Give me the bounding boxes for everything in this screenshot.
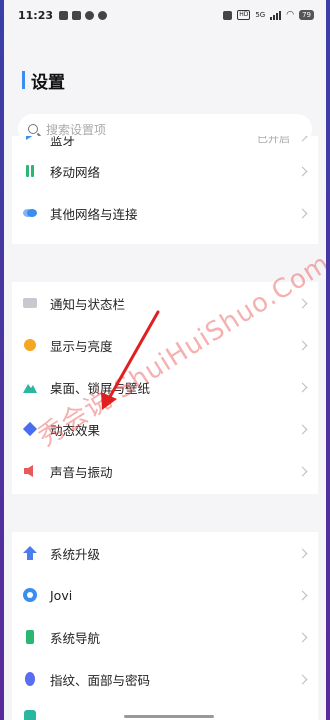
settings-item-navigation[interactable]: 系统导航 bbox=[12, 616, 318, 658]
connections-icon bbox=[23, 209, 37, 217]
settings-group-personalization: 通知与状态栏 显示与亮度 桌面、锁屏与壁纸 动态效果 声音与振动 bbox=[12, 282, 318, 494]
settings-item-system-update[interactable]: 系统升级 bbox=[12, 532, 318, 574]
chevron-right-icon bbox=[297, 674, 308, 684]
search-icon bbox=[28, 124, 38, 134]
chevron-right-icon bbox=[297, 632, 308, 642]
status-bar: 11:23 HD 5G ◠ 79 bbox=[4, 0, 326, 30]
settings-item-label: 系统导航 bbox=[50, 630, 101, 646]
settings-screen: 11:23 HD 5G ◠ 79 设置 搜索设置项 蓝牙 已开启 移动网络 其他… bbox=[4, 0, 326, 720]
settings-item-bluetooth[interactable]: 蓝牙 已开启 bbox=[12, 136, 318, 150]
settings-item-label: 指纹、面部与密码 bbox=[50, 672, 151, 688]
vibrate-icon bbox=[223, 10, 233, 20]
settings-item-value: 已开启 bbox=[257, 136, 290, 145]
settings-item-jovi[interactable]: Jovi bbox=[12, 574, 318, 616]
settings-item-fingerprint[interactable]: 指纹、面部与密码 bbox=[12, 658, 318, 700]
settings-group-system: 系统升级 Jovi 系统导航 指纹、面部与密码 bbox=[12, 532, 318, 720]
chat-icon bbox=[85, 10, 95, 20]
chevron-right-icon bbox=[297, 208, 308, 218]
hd-badge: HD bbox=[237, 10, 251, 20]
page-title: 设置 bbox=[31, 72, 65, 93]
wallpaper-icon bbox=[23, 384, 37, 393]
display-icon bbox=[24, 339, 36, 351]
settings-item-label: Jovi bbox=[50, 587, 73, 603]
mail-icon bbox=[72, 10, 82, 20]
settings-group-connectivity: 蓝牙 已开启 移动网络 其他网络与连接 bbox=[12, 136, 318, 244]
notification-app-icon bbox=[59, 10, 69, 20]
sound-icon bbox=[24, 465, 33, 477]
chevron-right-icon bbox=[297, 424, 308, 434]
settings-item-label: 显示与亮度 bbox=[50, 338, 113, 354]
chevron-right-icon bbox=[297, 590, 308, 600]
settings-item-wallpaper[interactable]: 桌面、锁屏与壁纸 bbox=[12, 366, 318, 408]
search-placeholder: 搜索设置项 bbox=[46, 122, 107, 137]
settings-item-label: 蓝牙 bbox=[50, 136, 76, 148]
screen-edge-right bbox=[326, 0, 330, 720]
chevron-right-icon bbox=[297, 340, 308, 350]
home-indicator[interactable] bbox=[124, 715, 214, 718]
chevron-right-icon bbox=[297, 166, 308, 176]
chevron-right-icon bbox=[297, 548, 308, 558]
security-icon bbox=[24, 710, 36, 720]
settings-item-label: 动态效果 bbox=[50, 422, 101, 438]
battery-icon: 79 bbox=[299, 10, 314, 20]
message-icon bbox=[98, 10, 108, 20]
chevron-right-icon bbox=[297, 382, 308, 392]
animation-icon bbox=[22, 421, 38, 437]
notification-icon bbox=[23, 298, 37, 308]
status-time: 11:23 bbox=[18, 8, 54, 22]
mobile-network-icon bbox=[26, 165, 34, 177]
settings-item-notification[interactable]: 通知与状态栏 bbox=[12, 282, 318, 324]
settings-item-sound[interactable]: 声音与振动 bbox=[12, 450, 318, 492]
settings-item-animation[interactable]: 动态效果 bbox=[12, 408, 318, 450]
settings-item-label: 桌面、锁屏与壁纸 bbox=[50, 380, 151, 396]
bluetooth-icon bbox=[26, 136, 33, 140]
navigation-icon bbox=[26, 630, 34, 644]
settings-item-other-connections[interactable]: 其他网络与连接 bbox=[12, 192, 318, 234]
settings-item-mobile-network[interactable]: 移动网络 bbox=[12, 150, 318, 192]
page-header: 设置 bbox=[4, 30, 326, 104]
wifi-icon: ◠ bbox=[286, 10, 295, 20]
title-accent-bar bbox=[22, 71, 25, 89]
jovi-icon bbox=[23, 588, 37, 602]
chevron-right-icon bbox=[297, 466, 308, 476]
signal-icon bbox=[270, 10, 282, 20]
settings-item-label: 其他网络与连接 bbox=[50, 206, 138, 222]
network-type: 5G bbox=[255, 11, 266, 19]
chevron-right-icon bbox=[297, 136, 308, 142]
system-update-icon bbox=[23, 546, 37, 560]
chevron-right-icon bbox=[297, 298, 308, 308]
settings-item-label: 系统升级 bbox=[50, 546, 101, 562]
settings-item-label: 声音与振动 bbox=[50, 464, 113, 480]
settings-item-display[interactable]: 显示与亮度 bbox=[12, 324, 318, 366]
fingerprint-icon bbox=[25, 672, 35, 686]
settings-item-label: 移动网络 bbox=[50, 164, 101, 180]
settings-item-label: 通知与状态栏 bbox=[50, 296, 126, 312]
